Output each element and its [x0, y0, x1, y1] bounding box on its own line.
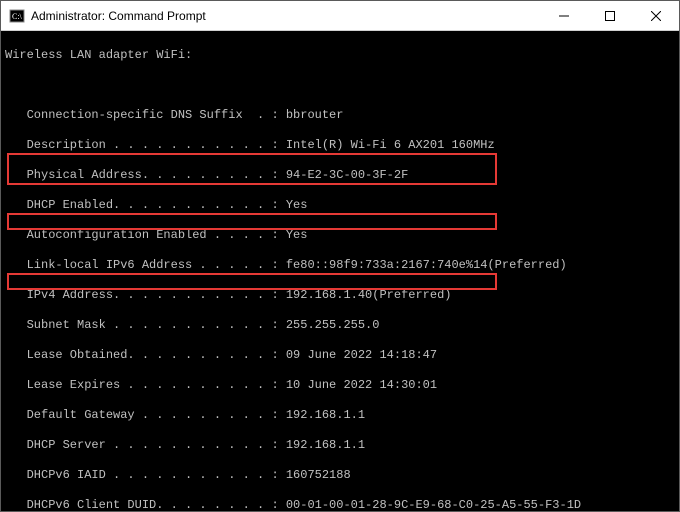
autoconfig-line: Autoconfiguration Enabled . . . . : Yes [5, 228, 675, 243]
terminal-output[interactable]: Wireless LAN adapter WiFi: Connection-sp… [1, 31, 679, 511]
window-controls [541, 1, 679, 30]
command-prompt-window: C:\ Administrator: Command Prompt Wirele… [0, 0, 680, 512]
dns-suffix-line: Connection-specific DNS Suffix . : bbrou… [5, 108, 675, 123]
link-local-ipv6-line: Link-local IPv6 Address . . . . . : fe80… [5, 258, 675, 273]
adapter-header-wifi: Wireless LAN adapter WiFi: [5, 48, 675, 63]
dhcp-server-line: DHCP Server . . . . . . . . . . . : 192.… [5, 438, 675, 453]
description-line: Description . . . . . . . . . . . : Inte… [5, 138, 675, 153]
dhcp-enabled-line: DHCP Enabled. . . . . . . . . . . : Yes [5, 198, 675, 213]
blank-line [5, 78, 675, 93]
physical-address-line: Physical Address. . . . . . . . . : 94-E… [5, 168, 675, 183]
close-button[interactable] [633, 1, 679, 30]
minimize-button[interactable] [541, 1, 587, 30]
dhcpv6-iaid-line: DHCPv6 IAID . . . . . . . . . . . : 1607… [5, 468, 675, 483]
dhcpv6-client-duid-line: DHCPv6 Client DUID. . . . . . . . : 00-0… [5, 498, 675, 511]
titlebar[interactable]: C:\ Administrator: Command Prompt [1, 1, 679, 31]
lease-expires-line: Lease Expires . . . . . . . . . . : 10 J… [5, 378, 675, 393]
svg-text:C:\: C:\ [12, 12, 23, 21]
default-gateway-line: Default Gateway . . . . . . . . . : 192.… [5, 408, 675, 423]
maximize-button[interactable] [587, 1, 633, 30]
window-title: Administrator: Command Prompt [31, 9, 541, 23]
ipv4-address-line: IPv4 Address. . . . . . . . . . . : 192.… [5, 288, 675, 303]
cmd-icon: C:\ [9, 8, 25, 24]
subnet-mask-line: Subnet Mask . . . . . . . . . . . : 255.… [5, 318, 675, 333]
lease-obtained-line: Lease Obtained. . . . . . . . . . : 09 J… [5, 348, 675, 363]
